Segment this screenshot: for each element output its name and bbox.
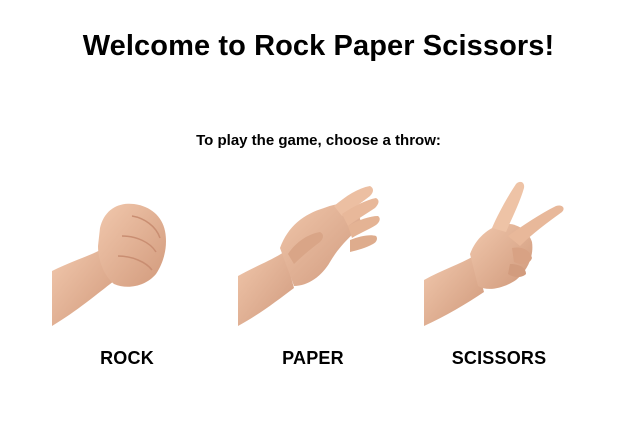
scissors-label[interactable]: SCISSORS (404, 348, 594, 369)
rock-choice[interactable]: ROCK (52, 176, 202, 376)
scissors-choice[interactable]: SCISSORS (424, 176, 574, 376)
paper-hand-icon[interactable] (238, 176, 388, 326)
rock-label[interactable]: ROCK (32, 348, 222, 369)
page-title: Welcome to Rock Paper Scissors! (82, 30, 555, 62)
rock-fist-icon[interactable] (52, 176, 202, 326)
scissors-hand-icon[interactable] (424, 176, 574, 326)
paper-label[interactable]: PAPER (218, 348, 408, 369)
instruction-text: To play the game, choose a throw: (196, 132, 441, 149)
paper-choice[interactable]: PAPER (238, 176, 388, 376)
